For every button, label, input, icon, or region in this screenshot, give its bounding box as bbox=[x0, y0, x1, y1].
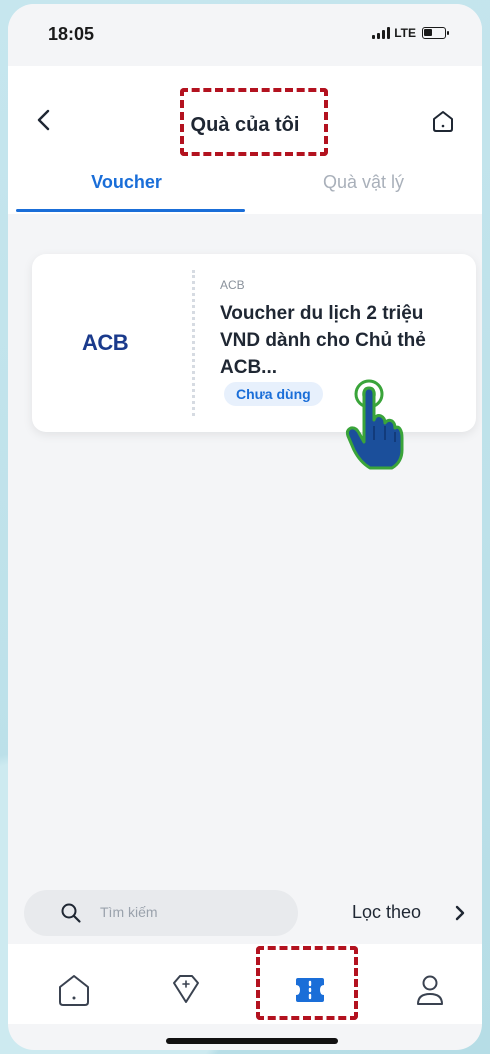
card-divider bbox=[192, 270, 195, 416]
nav-profile-icon[interactable] bbox=[410, 970, 450, 1010]
voucher-brand: ACB bbox=[220, 278, 245, 292]
status-bar: 18:05 LTE bbox=[8, 4, 482, 66]
home-icon[interactable] bbox=[430, 108, 456, 134]
voucher-title: Voucher du lịch 2 triệu VND dành cho Chủ… bbox=[220, 303, 426, 378]
home-indicator bbox=[166, 1038, 338, 1044]
title-highlight-box bbox=[180, 88, 328, 156]
nav-highlight-box bbox=[256, 946, 358, 1020]
search-icon bbox=[61, 903, 81, 923]
nav-diamond-icon[interactable] bbox=[166, 970, 206, 1010]
tab-bar: Voucher Quà vật lý bbox=[8, 162, 482, 214]
chevron-right-icon[interactable] bbox=[450, 900, 470, 926]
status-badge: Chưa dùng bbox=[224, 382, 323, 406]
nav-home-icon[interactable] bbox=[54, 970, 94, 1010]
tab-physical-gift[interactable]: Quà vật lý bbox=[245, 162, 482, 214]
voucher-card[interactable]: ACB ACB Voucher du lịch 2 triệu VND dành… bbox=[32, 254, 476, 432]
network-label: LTE bbox=[394, 26, 416, 40]
signal-icon bbox=[372, 27, 391, 39]
status-indicators: LTE bbox=[372, 26, 449, 40]
tap-hand-icon bbox=[345, 379, 404, 470]
bottom-nav bbox=[8, 944, 482, 1024]
filter-button[interactable]: Lọc theo bbox=[352, 902, 421, 923]
status-time: 18:05 bbox=[48, 24, 95, 44]
app-header: Quà của tôi Voucher Quà vật lý bbox=[8, 66, 482, 214]
tab-voucher[interactable]: Voucher bbox=[8, 162, 245, 214]
search-bar[interactable]: Tìm kiếm bbox=[24, 890, 298, 936]
battery-icon bbox=[422, 27, 449, 39]
phone-screen: 18:05 LTE Quà của tôi Voucher Quà vật lý… bbox=[8, 4, 482, 1050]
search-placeholder: Tìm kiếm bbox=[100, 904, 158, 920]
acb-logo: ACB bbox=[82, 330, 129, 355]
